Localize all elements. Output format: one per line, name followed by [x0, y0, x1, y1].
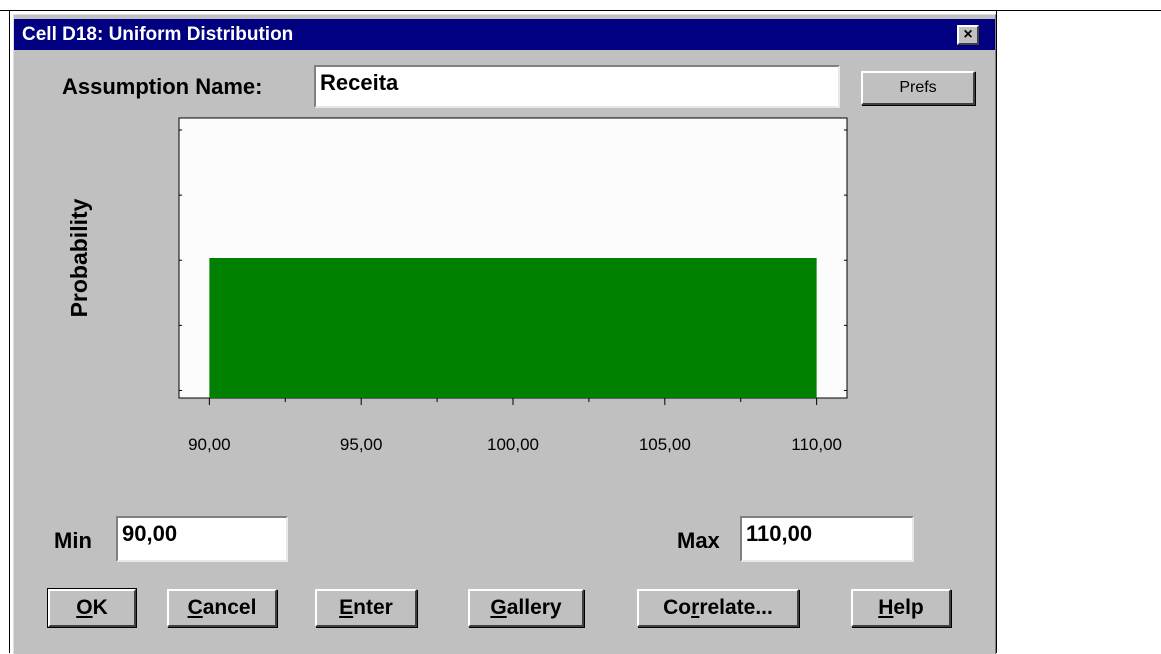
x-tick-label: 110,00 [791, 435, 842, 454]
max-input[interactable]: 110,00 [740, 516, 914, 562]
gallery-button-label: allery [506, 596, 562, 619]
x-axis-ticks: 90,00 95,00 100,00 105,00 110,00 [188, 398, 842, 454]
correlate-button-accelerator: r [691, 596, 700, 619]
distribution-chart: 90,00 95,00 100,00 105,00 110,00 Probability [66, 117, 848, 454]
uniform-distribution-bar [209, 258, 817, 398]
min-label: Min [54, 528, 92, 553]
min-input[interactable]: 90,00 [116, 516, 288, 562]
ok-button[interactable]: OK [47, 588, 137, 628]
gallery-button-accelerator: G [490, 596, 507, 619]
outer-frame-top-line [0, 10, 1161, 11]
x-tick-label: 95,00 [340, 435, 383, 454]
gallery-button[interactable]: Gallery [468, 589, 584, 627]
outer-frame-right-line [996, 10, 997, 653]
enter-button-accelerator: E [339, 596, 354, 619]
help-button-accelerator: H [878, 596, 894, 619]
enter-button-label: nter [353, 596, 393, 619]
help-button[interactable]: Help [851, 589, 951, 627]
outer-frame-left-line [9, 10, 10, 653]
correlate-button-label-start: Co [663, 596, 692, 619]
max-label: Max [677, 528, 720, 553]
cancel-button[interactable]: Cancel [167, 589, 277, 627]
x-tick-label: 105,00 [639, 435, 691, 454]
cancel-button-accelerator: C [187, 596, 203, 619]
x-tick-label: 90,00 [188, 435, 231, 454]
y-axis-label: Probability [66, 198, 92, 317]
ok-button-label: K [92, 596, 108, 619]
enter-button[interactable]: Enter [315, 589, 417, 627]
correlate-button-label: relate... [699, 596, 773, 619]
help-button-label: elp [893, 596, 924, 619]
cancel-button-label: ancel [202, 596, 257, 619]
ok-button-accelerator: O [76, 596, 93, 619]
correlate-button[interactable]: Co r relate... [637, 589, 799, 627]
uniform-distribution-dialog: Cell D18: Uniform Distribution × Assumpt… [13, 14, 996, 654]
x-tick-label: 100,00 [487, 435, 539, 454]
